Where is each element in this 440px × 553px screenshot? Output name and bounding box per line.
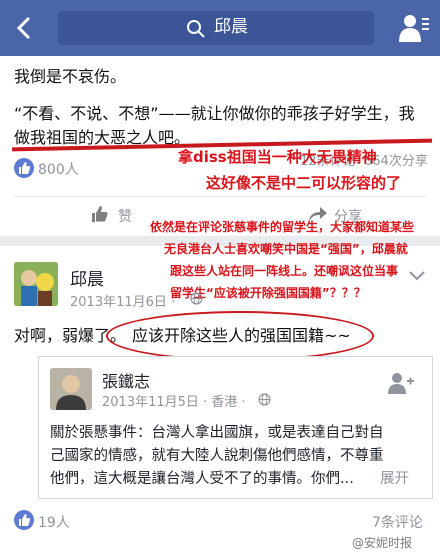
shared-post-body-line: 關於張懸事件：台灣人拿出國旗，或是表達自己對自 (50, 425, 384, 441)
annotation-note: 跟这些人站在同一阵线上。还嘲讽这位当事 (170, 264, 399, 278)
like-button-icon[interactable] (90, 204, 110, 224)
divider (14, 196, 426, 197)
annotation-note: 无良港台人士喜欢嘲笑中国是“强国”，邱晨就 (164, 242, 408, 256)
annotation-note: 这好像不是中二可以形容的了 (206, 174, 402, 192)
shared-post-body-line: 他們，這大概是讓台灣人受不了的事情。你們... (50, 471, 354, 487)
add-friend-icon[interactable] (388, 372, 414, 394)
back-arrow-icon[interactable] (12, 15, 38, 41)
shared-post-timestamp[interactable]: 2013年11月5日 · 香港 · (102, 391, 246, 410)
post-timestamp[interactable]: 2013年11月6日 · (70, 291, 175, 310)
like-count[interactable]: 19人 (38, 512, 70, 532)
watermark: @安妮时报 (352, 536, 413, 550)
friend-requests-icon[interactable] (398, 12, 430, 44)
red-circle-annotation (106, 311, 374, 361)
comment-count[interactable]: 7条评论 (372, 512, 423, 532)
shared-author-name[interactable]: 張鐵志 (102, 368, 150, 392)
shared-post-body-line: 己國家的情感，就有大陸人說刺傷他們感情，不尊重 (50, 448, 384, 464)
author-name[interactable]: 邱晨 (70, 265, 104, 290)
post-text-line: “不看、不说、不想”——就让你做你的乖孩子好学生，我 (14, 104, 415, 123)
like-button[interactable]: 赞 (118, 206, 132, 226)
post-text-line: 我倒是不哀伤。 (14, 67, 127, 86)
search-query[interactable]: 邱晨 (214, 13, 248, 41)
expand-link[interactable]: 展开 (380, 467, 409, 488)
like-icon (14, 158, 34, 178)
globe-icon (258, 393, 271, 406)
shared-author-avatar[interactable] (50, 368, 92, 410)
chevron-down-icon[interactable] (408, 270, 426, 282)
like-count[interactable]: 800人 (38, 159, 79, 179)
globe-icon (190, 292, 203, 305)
author-avatar[interactable] (14, 262, 58, 306)
like-icon (14, 510, 34, 530)
annotation-note: 依然是在评论张慈事件的留学生，大家都知道某些 (150, 220, 415, 234)
search-icon (187, 20, 205, 38)
annotation-note: 拿diss祖国当一种大无畏精神 (178, 148, 377, 166)
